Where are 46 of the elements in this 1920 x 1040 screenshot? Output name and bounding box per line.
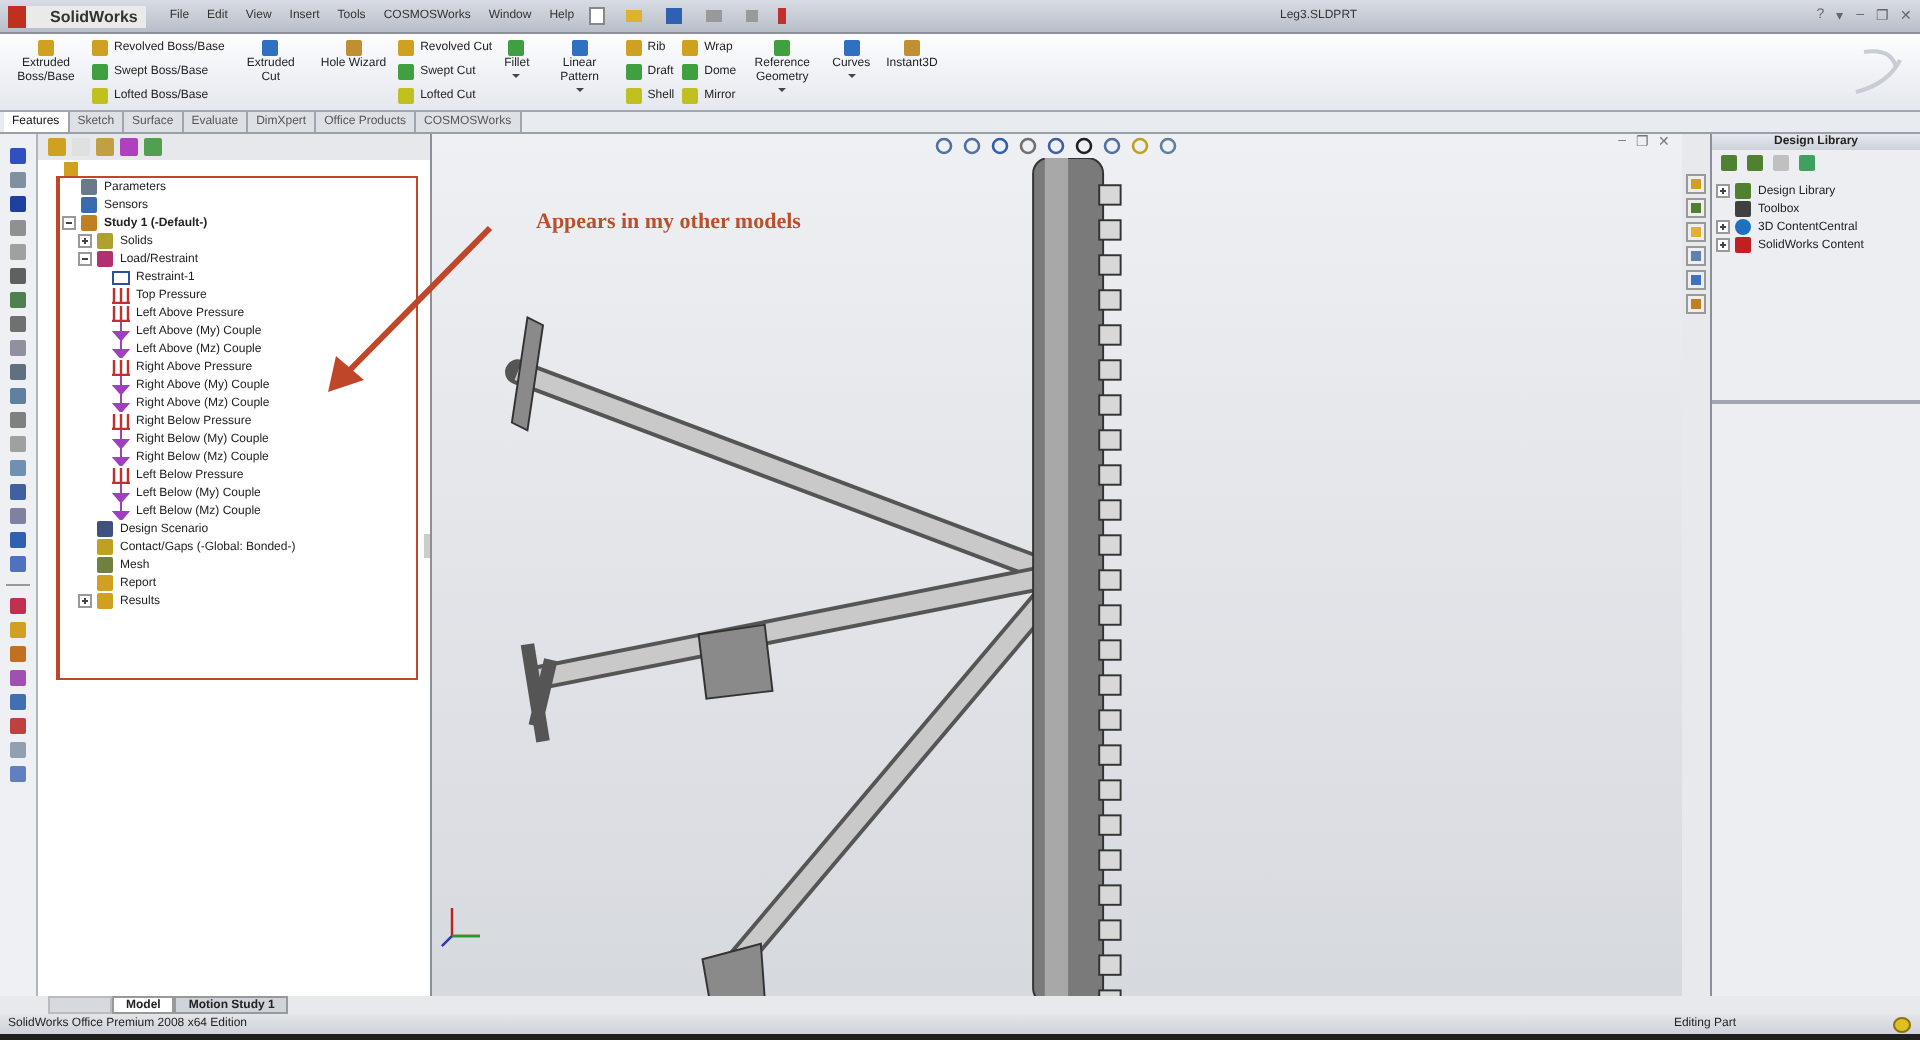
expander-icon[interactable] [78, 252, 92, 266]
couple-icon [112, 322, 130, 340]
pressure-icon [112, 304, 130, 322]
restraint-icon [112, 268, 130, 286]
expander-icon[interactable] [1716, 238, 1730, 252]
expander-icon[interactable] [78, 594, 92, 608]
tool-icon [506, 38, 527, 58]
tool-icon [569, 38, 590, 58]
tool-icon [36, 38, 56, 58]
tool-icon [841, 38, 862, 58]
tree-node-icon [96, 556, 114, 574]
tree-node-icon [96, 250, 114, 268]
tool-icon [260, 38, 281, 58]
axis-triad-icon [440, 904, 484, 948]
couple-icon [112, 448, 130, 466]
tool-icon [343, 38, 364, 58]
tree-node-icon [96, 574, 114, 592]
panel-tab-icon[interactable] [94, 136, 116, 158]
part-icon [62, 160, 82, 178]
pressure-icon [112, 358, 130, 376]
couple-icon [112, 502, 130, 520]
app-logo: SolidWorks [8, 5, 146, 27]
tool-icon [901, 38, 922, 58]
tree-node-icon [96, 538, 114, 556]
couple-icon [112, 430, 130, 448]
couple-icon [112, 394, 130, 412]
panel-tab-icon[interactable] [118, 136, 140, 158]
panel-tab-icon[interactable] [142, 136, 164, 158]
tree-node-icon [80, 178, 98, 196]
tree-node-icon [96, 232, 114, 250]
pressure-icon [112, 286, 130, 304]
annotation-text: Appears in my other models [536, 210, 801, 234]
expander-icon[interactable] [78, 234, 92, 248]
tree-node-icon [96, 592, 114, 610]
expander-icon[interactable] [1716, 220, 1730, 234]
expander-icon[interactable] [62, 216, 76, 230]
expander-icon[interactable] [1716, 184, 1730, 198]
pressure-icon [112, 412, 130, 430]
tree-node-icon [80, 214, 98, 232]
tool-icon [772, 38, 793, 58]
couple-icon [112, 340, 130, 358]
tree-node-icon [80, 196, 98, 214]
couple-icon [112, 484, 130, 502]
tree-node-icon [96, 520, 114, 538]
couple-icon [112, 376, 130, 394]
pressure-icon [112, 466, 130, 484]
